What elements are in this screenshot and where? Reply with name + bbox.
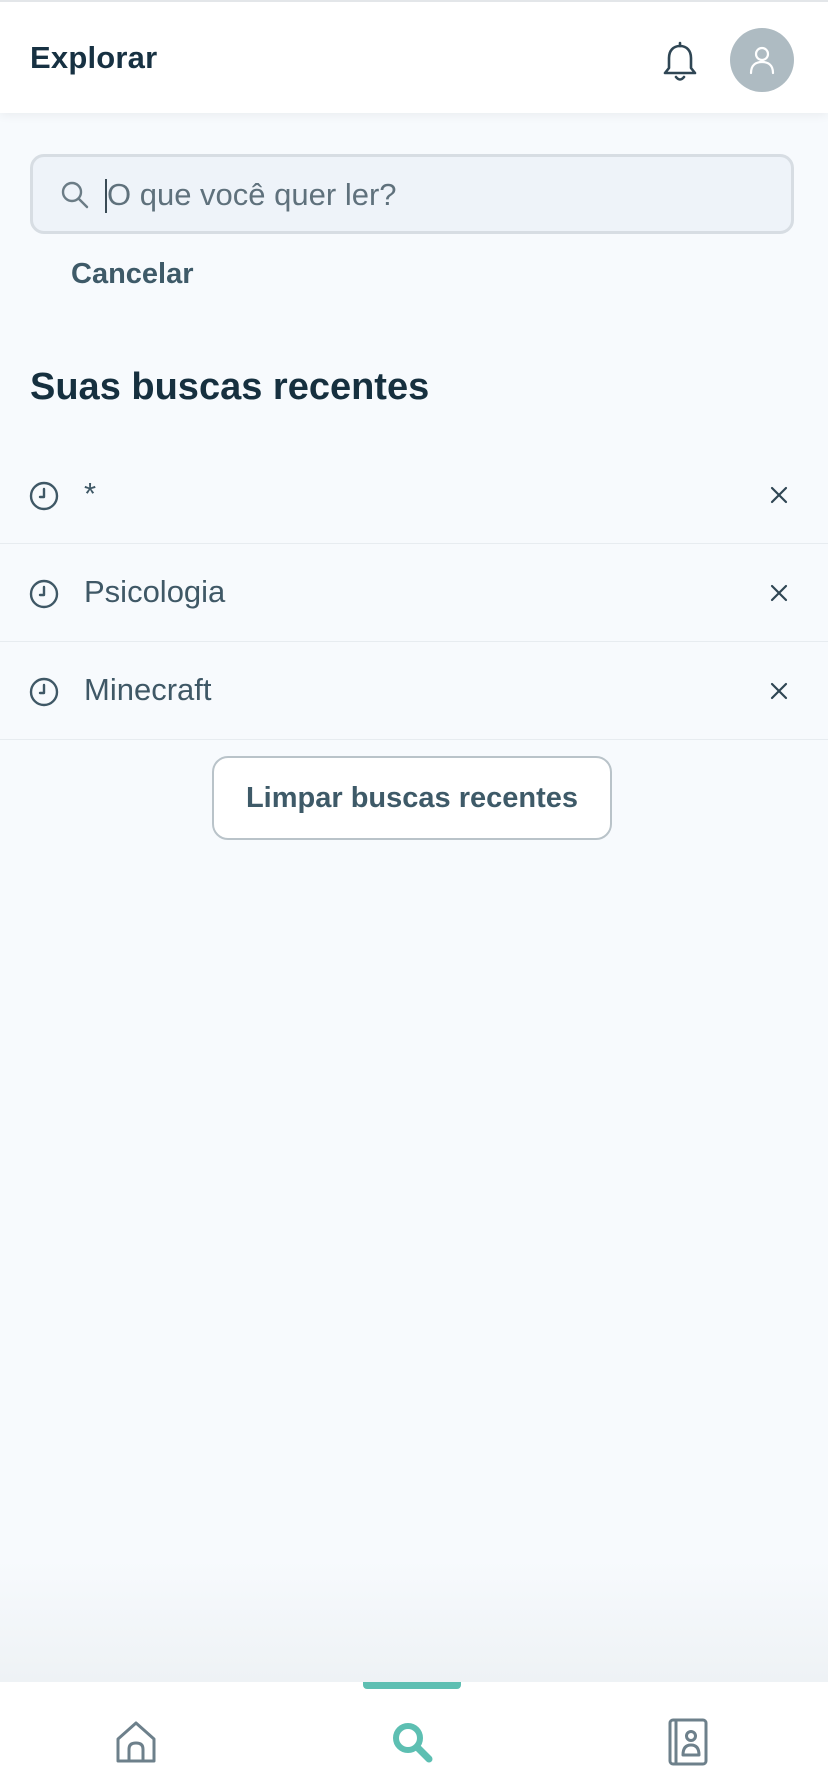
avatar[interactable] <box>730 28 794 92</box>
active-tab-indicator <box>363 1682 461 1689</box>
recent-searches-title: Suas buscas recentes <box>30 366 430 408</box>
search-icon <box>393 1723 433 1763</box>
close-icon <box>770 584 788 602</box>
bottom-fade <box>0 1560 828 1682</box>
recent-searches-list: * Psicologia Minecraft <box>0 446 828 740</box>
cancel-button[interactable]: Cancelar <box>71 258 194 291</box>
bell-icon[interactable] <box>656 38 704 86</box>
recent-search-item[interactable]: * <box>0 446 828 544</box>
remove-recent-button[interactable] <box>762 674 796 708</box>
explore-screen: Explorar Cancelar Suas buscas recentes <box>0 0 828 1792</box>
nav-search[interactable] <box>382 1712 442 1772</box>
clock-icon <box>29 677 59 707</box>
clock-icon <box>29 481 59 511</box>
search-input[interactable] <box>107 169 767 221</box>
remove-recent-button[interactable] <box>762 478 796 512</box>
recent-search-label: Psicologia <box>84 574 226 609</box>
remove-recent-button[interactable] <box>762 576 796 610</box>
recent-search-label: * <box>84 476 97 511</box>
search-bar[interactable] <box>30 154 794 234</box>
recent-search-item[interactable]: Minecraft <box>0 642 828 740</box>
close-icon <box>770 486 788 504</box>
nav-home[interactable] <box>106 1712 166 1772</box>
recent-search-label: Minecraft <box>84 672 212 707</box>
user-icon <box>749 46 775 75</box>
recent-search-item[interactable]: Psicologia <box>0 544 828 642</box>
close-icon <box>770 682 788 700</box>
bottom-nav <box>0 1682 828 1792</box>
nav-library[interactable] <box>658 1712 718 1772</box>
library-icon <box>668 1718 708 1766</box>
home-icon <box>116 1721 156 1763</box>
search-icon <box>61 181 89 209</box>
top-header: Explorar <box>0 0 828 113</box>
clock-icon <box>29 579 59 609</box>
page-title: Explorar <box>30 40 158 75</box>
clear-recent-searches-button[interactable]: Limpar buscas recentes <box>212 756 612 840</box>
